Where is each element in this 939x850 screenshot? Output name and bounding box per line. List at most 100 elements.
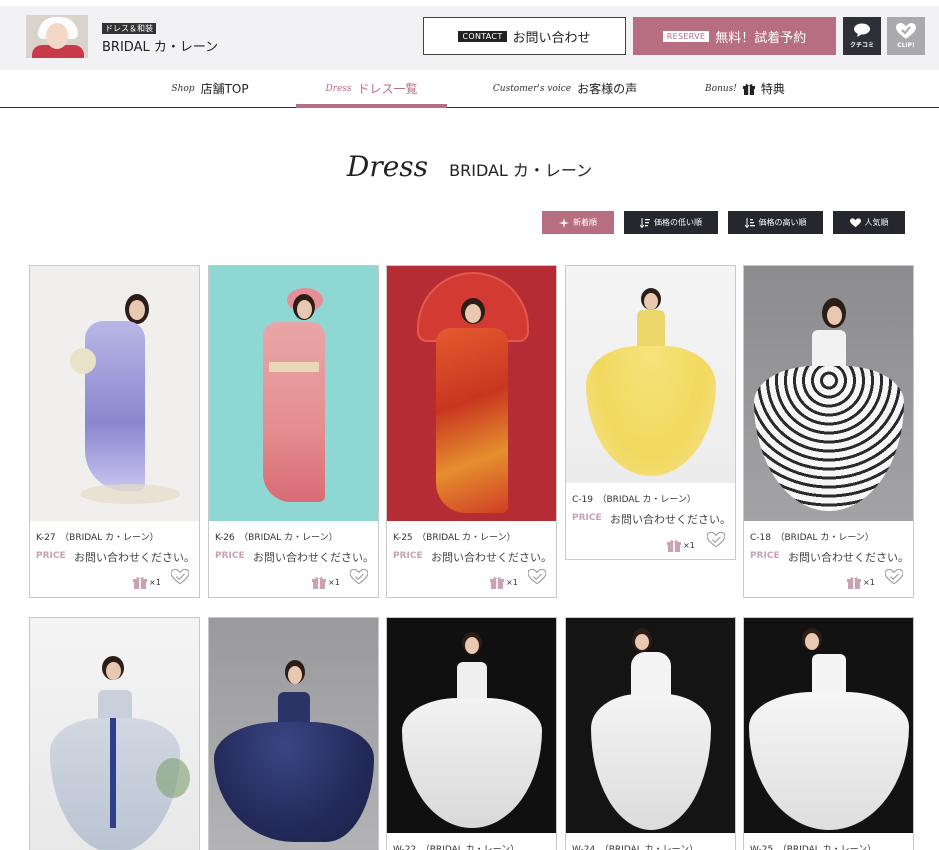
page-title-shop: BRIDAL カ・レーン: [449, 161, 593, 180]
reserve-tag: RESERVE: [662, 30, 710, 42]
nav-bonus[interactable]: Bonus! 特典: [690, 70, 800, 107]
favorite-heart-icon[interactable]: [885, 569, 903, 585]
photo-head: [106, 662, 121, 680]
contact-tag: CONTACT: [458, 30, 507, 42]
heart-icon: [849, 217, 861, 227]
price-label: PRICE: [572, 513, 602, 523]
dress-photo[interactable]: [566, 266, 735, 483]
clip-button[interactable]: CLIP!: [887, 17, 925, 55]
photo-head: [827, 306, 842, 325]
sort-newest-button[interactable]: 新着順: [542, 211, 614, 234]
page-title-script: Dress: [346, 150, 429, 183]
dress-card[interactable]: K-26 （BRIDAL カ・レーン） PRICE お問い合わせください。 ×1: [208, 265, 379, 598]
price-label: PRICE: [215, 551, 245, 561]
price-value: お問い合わせください。: [253, 551, 374, 564]
gift-count: ×1: [863, 578, 875, 587]
favorite-heart-icon[interactable]: [171, 569, 189, 585]
shop-category-badge: ドレス＆和装: [102, 23, 156, 34]
nav-shop-top[interactable]: Shop 店舗TOP: [150, 70, 270, 107]
dress-code: K-25 （BRIDAL カ・レーン）: [393, 533, 516, 543]
dress-code: W-25 （BRIDAL カ・レーン）: [750, 845, 877, 850]
favorite-heart-icon[interactable]: [707, 532, 725, 548]
dress-card[interactable]: K-27 （BRIDAL カ・レーン） PRICE お問い合わせください。 ×1: [29, 265, 200, 598]
price-value: お問い合わせください。: [610, 513, 731, 526]
nav-dress-list[interactable]: Dress ドレス一覧: [296, 70, 447, 108]
nav-label-shop: 店舗TOP: [200, 82, 249, 96]
dress-code: C-18 （BRIDAL カ・レーン）: [750, 533, 874, 543]
dress-card[interactable]: [29, 617, 200, 850]
shop-thumbnail[interactable]: [26, 15, 88, 58]
gift-badge: ×1: [312, 576, 340, 589]
sort-price-low-label: 価格の低い順: [654, 218, 702, 227]
contact-label: お問い合わせ: [512, 30, 591, 46]
photo-sash: [110, 718, 116, 828]
photo-plant: [156, 758, 190, 798]
sort-newest-label: 新着順: [573, 218, 597, 227]
sort-price-low-button[interactable]: 価格の低い順: [624, 211, 718, 234]
contact-button[interactable]: CONTACT お問い合わせ: [423, 17, 626, 55]
photo-head: [129, 300, 145, 320]
photo-head: [644, 293, 658, 310]
dress-photo[interactable]: [30, 266, 199, 521]
dress-photo[interactable]: [566, 618, 735, 833]
photo-bouquet: [70, 348, 96, 374]
dress-card[interactable]: W-25 （BRIDAL カ・レーン）: [743, 617, 914, 850]
dress-photo[interactable]: [744, 266, 913, 521]
dress-card[interactable]: K-25 （BRIDAL カ・レーン） PRICE お問い合わせください。 ×1: [386, 265, 557, 598]
shop-name[interactable]: BRIDAL カ・レーン: [102, 36, 218, 55]
dress-code: K-26 （BRIDAL カ・レーン）: [215, 533, 338, 543]
sort-popular-label: 人気順: [864, 218, 889, 227]
dress-photo[interactable]: [209, 266, 378, 521]
dress-card[interactable]: W-24 （BRIDAL カ・レーン）: [565, 617, 736, 850]
dress-code: C-19 （BRIDAL カ・レーン）: [572, 495, 696, 505]
dress-card[interactable]: [208, 617, 379, 850]
photo-head: [297, 300, 312, 319]
gift-icon: [133, 577, 147, 589]
clip-label: CLIP!: [897, 42, 915, 49]
reserve-button[interactable]: RESERVE 無料！試着予約: [633, 17, 836, 55]
sort-price-high-label: 価格の高い順: [758, 218, 807, 227]
header-top-strip: [0, 0, 939, 6]
photo-obi: [269, 362, 319, 372]
sort-descending-icon: [744, 217, 755, 228]
photo-dress: [435, 328, 508, 513]
nav-script-dress: Dress: [325, 83, 352, 94]
sort-price-high-button[interactable]: 価格の高い順: [728, 211, 823, 234]
dress-photo[interactable]: [387, 618, 556, 833]
review-button[interactable]: クチコミ: [843, 17, 881, 55]
dress-photo[interactable]: [744, 618, 913, 833]
price-label: PRICE: [750, 551, 780, 561]
dress-photo[interactable]: [387, 266, 556, 521]
dress-photo[interactable]: [30, 618, 199, 850]
price-value: お問い合わせください。: [431, 551, 552, 564]
price-label: PRICE: [393, 551, 423, 561]
site-header: ドレス＆和装 BRIDAL カ・レーン CONTACT お問い合わせ RESER…: [0, 0, 939, 70]
dress-card[interactable]: W-22 （BRIDAL カ・レーン）: [386, 617, 557, 850]
gift-icon: [742, 83, 755, 95]
dress-card[interactable]: C-19 （BRIDAL カ・レーン） PRICE お問い合わせください。 ×1: [565, 265, 736, 560]
nav-label-dress: ドレス一覧: [357, 82, 418, 96]
dress-card[interactable]: C-18 （BRIDAL カ・レーン） PRICE お問い合わせください。 ×1: [743, 265, 914, 598]
photo-bodice: [636, 310, 665, 350]
dress-code: W-24 （BRIDAL カ・レーン）: [572, 845, 699, 850]
nav-customer-voice[interactable]: Customer's voice お客様の声: [490, 70, 640, 107]
photo-dress: [585, 346, 716, 476]
favorite-heart-icon[interactable]: [528, 569, 546, 585]
photo-dress: [213, 722, 374, 842]
favorite-heart-icon[interactable]: [350, 569, 368, 585]
thumbnail-face: [46, 23, 68, 49]
photo-dress: [401, 698, 542, 828]
dress-photo[interactable]: [209, 618, 378, 850]
nav-script-bonus: Bonus!: [705, 83, 737, 94]
reserve-label: 無料！試着予約: [715, 30, 807, 46]
price-label: PRICE: [36, 551, 66, 561]
main-nav: Shop 店舗TOP Dress ドレス一覧 Customer's voice …: [0, 70, 939, 108]
sort-popular-button[interactable]: 人気順: [833, 211, 905, 234]
gift-badge: ×1: [847, 576, 875, 589]
photo-head: [635, 634, 649, 650]
gift-count: ×1: [328, 578, 340, 587]
gift-icon: [667, 540, 681, 552]
nav-label-bonus: 特典: [760, 82, 785, 96]
price-value: お問い合わせください。: [74, 551, 195, 564]
sparkle-icon: [559, 217, 569, 228]
